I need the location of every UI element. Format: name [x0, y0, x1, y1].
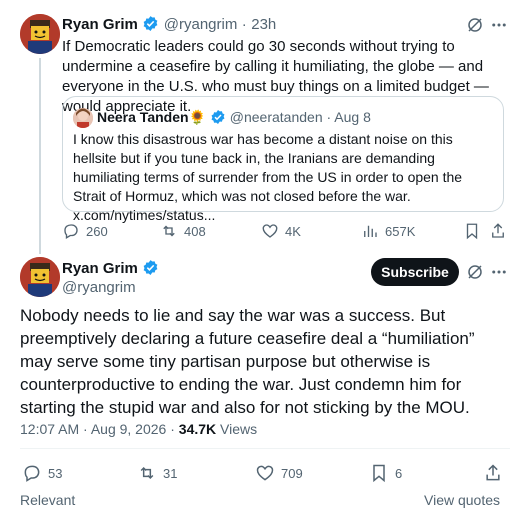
- bookmark-count: 6: [395, 465, 403, 481]
- views-label: Views: [216, 421, 258, 437]
- reply-button[interactable]: 260: [62, 222, 108, 240]
- verified-icon: [211, 110, 225, 124]
- grok-icon[interactable]: [466, 16, 484, 34]
- verified-icon: [143, 16, 158, 31]
- quote-avatar: [73, 108, 93, 128]
- reply-button[interactable]: 53: [22, 463, 62, 483]
- more-icon[interactable]: [490, 16, 508, 34]
- avatar[interactable]: [20, 257, 60, 297]
- separator-dot: ·: [241, 16, 247, 33]
- reply-count: 53: [48, 465, 63, 481]
- timestamp-row: 12:07 AM · Aug 9, 2026 · 34.7K Views: [20, 421, 257, 437]
- timestamp[interactable]: 12:07 AM · Aug 9, 2026 ·: [20, 421, 179, 437]
- like-count: 709: [281, 465, 303, 481]
- lego-avatar-image: [20, 14, 60, 54]
- thread-line: [39, 58, 41, 254]
- avatar[interactable]: [20, 14, 60, 54]
- bookmark-icon: [373, 464, 385, 483]
- repost-button[interactable]: 31: [137, 463, 177, 483]
- bookmark-button[interactable]: 6: [369, 463, 402, 483]
- share-icon[interactable]: [489, 222, 507, 240]
- quote-handle: @neeratanden: [229, 109, 323, 125]
- repost-button[interactable]: 408: [160, 222, 206, 240]
- like-count: 4K: [285, 223, 301, 239]
- repost-count: 31: [163, 465, 178, 481]
- views-count: 34.7K: [178, 421, 217, 437]
- quote-card[interactable]: Neera Tanden🌻 @neeratanden · Aug 8 I kno…: [62, 96, 504, 223]
- reply-icon: [24, 465, 40, 482]
- main-tweet-text: Nobody needs to lie and say the war was …: [20, 306, 475, 417]
- views-button[interactable]: 657K: [361, 222, 415, 240]
- author-block: Ryan Grim @ryangrim: [62, 259, 159, 296]
- quote-avatar-image: [73, 108, 93, 128]
- author-name[interactable]: Ryan Grim: [62, 16, 138, 33]
- verified-icon: [143, 260, 158, 275]
- grok-icon[interactable]: [466, 263, 484, 281]
- relevant-sort[interactable]: Relevant: [20, 492, 75, 508]
- view-quotes-link[interactable]: View quotes: [424, 492, 500, 508]
- quote-author-name: Neera Tanden: [97, 109, 189, 125]
- quote-date: Aug 8: [334, 109, 371, 125]
- repost-icon: [163, 225, 175, 237]
- tweet-time[interactable]: 23h: [251, 16, 276, 33]
- author-name[interactable]: Ryan Grim: [62, 260, 138, 277]
- subscribe-button[interactable]: Subscribe: [371, 258, 459, 286]
- author-handle[interactable]: @ryangrim: [62, 279, 159, 296]
- tweet-header: Ryan Grim @ryangrim · 23h: [62, 15, 276, 34]
- repost-count: 408: [184, 223, 206, 239]
- reply-icon: [64, 224, 78, 239]
- reply-count: 260: [86, 223, 108, 239]
- share-icon[interactable]: [483, 463, 503, 483]
- repost-icon: [140, 466, 154, 480]
- heart-icon: [256, 465, 274, 481]
- quote-text: I know this disastrous war has become a …: [73, 131, 463, 223]
- sunflower-emoji: 🌻: [188, 109, 206, 125]
- divider: [20, 448, 510, 449]
- like-button[interactable]: 4K: [261, 222, 301, 240]
- bookmark-icon[interactable]: [463, 222, 481, 240]
- author-handle[interactable]: @ryangrim: [164, 16, 238, 33]
- views-icon: [364, 225, 377, 237]
- like-button[interactable]: 709: [255, 463, 303, 483]
- quote-header: Neera Tanden🌻 @neeratanden · Aug 8: [97, 109, 371, 126]
- separator-dot: ·: [326, 109, 332, 125]
- views-count: 657K: [385, 223, 416, 239]
- lego-avatar-image: [20, 257, 60, 297]
- more-icon[interactable]: [490, 263, 508, 281]
- heart-icon: [262, 224, 278, 238]
